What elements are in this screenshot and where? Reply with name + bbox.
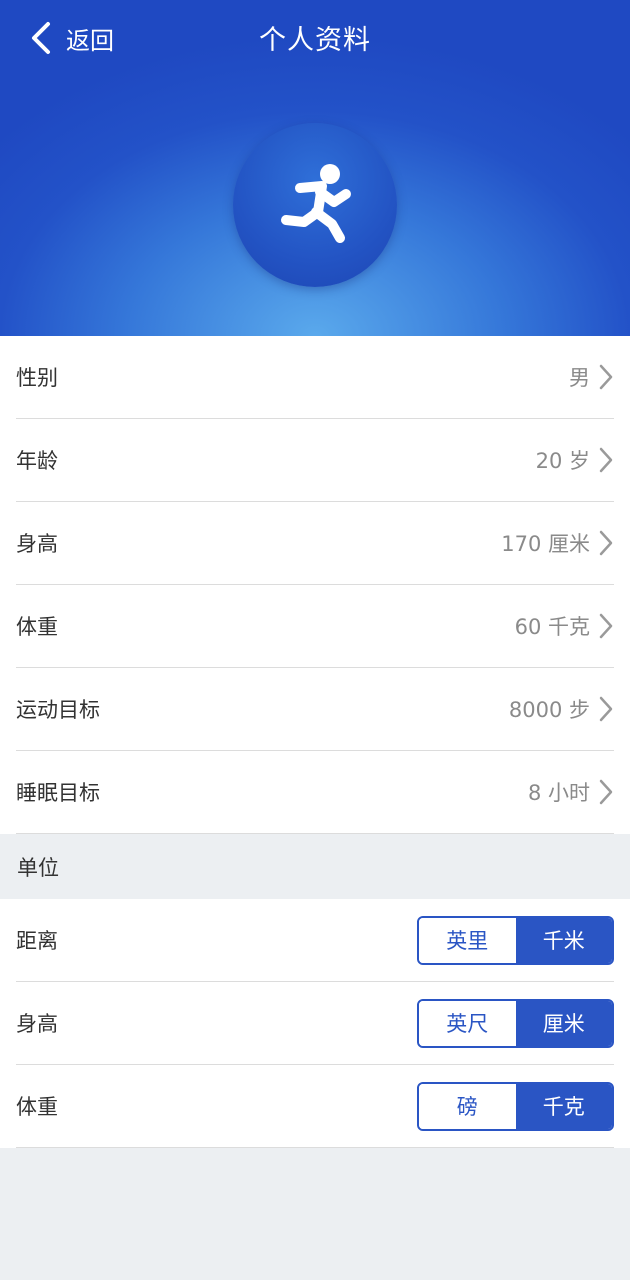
profile-row-value: 170 厘米	[501, 532, 590, 556]
chevron-right-icon	[599, 613, 613, 639]
profile-row-label: 性别	[16, 366, 58, 390]
chevron-right-icon	[599, 779, 613, 805]
avatar[interactable]	[233, 123, 397, 287]
profile-row[interactable]: 年龄 20 岁	[16, 419, 614, 502]
profile-row-label: 体重	[16, 615, 58, 639]
profile-row-label: 身高	[16, 532, 58, 556]
units-section-title: 单位	[0, 834, 630, 899]
chevron-right-icon	[599, 530, 613, 556]
unit-row-label: 身高	[16, 1012, 58, 1036]
unit-row-label: 距离	[16, 929, 58, 953]
units-list: 距离 英里 千米 身高 英尺 厘米 体重 磅千克	[0, 899, 630, 1148]
unit-row: 体重 磅千克	[16, 1065, 614, 1148]
profile-row[interactable]: 睡眠目标 8 小时	[16, 751, 614, 834]
unit-option[interactable]: 磅	[419, 1083, 516, 1129]
profile-row-label: 睡眠目标	[16, 781, 100, 805]
profile-list: 性别 男 年龄 20 岁 身高 170 厘米 体重 60 千克 运动目标 800…	[0, 336, 630, 834]
chevron-right-icon	[599, 447, 613, 473]
profile-row-label: 运动目标	[16, 698, 100, 722]
running-person-icon	[281, 164, 351, 243]
unit-row: 距离 英里 千米	[16, 899, 614, 982]
unit-toggle[interactable]: 英里 千米	[417, 915, 614, 965]
profile-row-value: 8000 步	[508, 698, 590, 722]
unit-option[interactable]: 英里	[419, 917, 516, 963]
profile-header: 返回 个人资料	[0, 0, 630, 336]
profile-row-value: 60 千克	[514, 615, 590, 639]
profile-row-value: 男	[569, 366, 590, 390]
profile-row[interactable]: 性别 男	[16, 336, 614, 419]
unit-row: 身高 英尺 厘米	[16, 982, 614, 1065]
page-title: 个人资料	[259, 25, 371, 56]
chevron-right-icon	[599, 696, 613, 722]
profile-row[interactable]: 身高 170 厘米	[16, 502, 614, 585]
unit-option[interactable]: 英尺	[419, 1000, 516, 1046]
unit-toggle[interactable]: 英尺 厘米	[417, 998, 614, 1048]
chevron-right-icon	[599, 364, 613, 390]
profile-row-value: 20 岁	[535, 449, 590, 473]
profile-row-label: 年龄	[16, 449, 58, 473]
unit-option[interactable]: 千米	[515, 917, 612, 963]
profile-row[interactable]: 运动目标 8000 步	[16, 668, 614, 751]
unit-row-label: 体重	[16, 1095, 58, 1119]
unit-option[interactable]: 千克	[515, 1083, 612, 1129]
profile-row-value: 8 小时	[527, 781, 590, 805]
unit-toggle[interactable]: 磅千克	[417, 1081, 614, 1131]
unit-option[interactable]: 厘米	[515, 1000, 612, 1046]
profile-row[interactable]: 体重 60 千克	[16, 585, 614, 668]
